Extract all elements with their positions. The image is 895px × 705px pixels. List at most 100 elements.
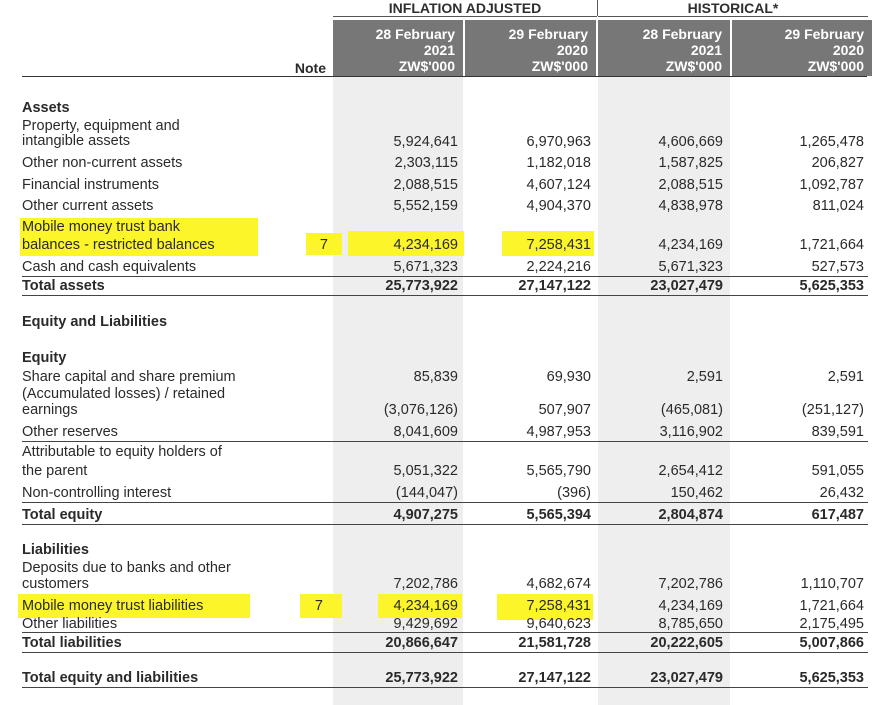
other-reserves-value: 8,041,609 [393, 424, 458, 440]
share-capital-value: 85,839 [413, 369, 458, 385]
deposits-value: 1,110,707 [800, 576, 864, 592]
accum-losses-value: 507,907 [538, 402, 591, 418]
financial-instruments-value: 2,088,515 [658, 177, 723, 193]
column-header-historical-2021: 28 February 2021 ZW$'000 [598, 20, 730, 76]
cash-underline [22, 276, 868, 277]
header-rule [22, 76, 867, 77]
other-current-value: 811,024 [812, 198, 864, 214]
mm-trust-assets-label-line1: Mobile money trust bank [22, 219, 180, 235]
cash-value: 527,573 [811, 259, 864, 275]
mm-trust-liab-value: 4,234,169 [393, 598, 458, 614]
attributable-label-line2: the parent [22, 463, 88, 479]
total-liab-value: 21,581,728 [518, 635, 591, 651]
total-assets-value: 25,773,922 [385, 278, 458, 294]
mm-trust-assets-value: 1,721,664 [799, 237, 864, 253]
financial-instruments-value: 2,088,515 [393, 177, 458, 193]
total-liab-rule [22, 652, 868, 653]
deposits-value: 4,682,674 [526, 576, 591, 592]
liabilities-section-title: Liabilities [22, 542, 89, 558]
other-current-value: 5,552,159 [393, 198, 458, 214]
total-assets-label: Total assets [22, 278, 105, 294]
nci-value: 150,462 [670, 485, 723, 501]
grand-total-value: 5,625,353 [799, 670, 864, 686]
ppe-label-line2: intangible assets [22, 133, 131, 149]
ppe-value: 5,924,641 [393, 134, 458, 150]
other-noncurrent-value: 1,587,825 [658, 155, 723, 171]
attributable-value: 591,055 [811, 463, 864, 479]
grand-total-value: 23,027,479 [650, 670, 723, 686]
other-current-value: 4,904,370 [526, 198, 591, 214]
total-liab-value: 5,007,866 [799, 635, 864, 651]
attributable-value: 5,051,322 [393, 463, 458, 479]
attributable-value: 5,565,790 [526, 463, 591, 479]
total-assets-value: 23,027,479 [650, 278, 723, 294]
share-capital-value: 69,930 [546, 369, 591, 385]
total-assets-rule [22, 295, 868, 296]
equity-section-title: Equity [22, 350, 67, 366]
total-equity-value: 617,487 [811, 507, 864, 523]
attributable-label-line1: Attributable to equity holders of [22, 444, 222, 460]
equity-liabilities-title: Equity and Liabilities [22, 314, 168, 330]
total-assets-value: 27,147,122 [518, 278, 591, 294]
mm-trust-assets-note: 7 [319, 237, 328, 253]
mm-trust-assets-value: 4,234,169 [393, 237, 458, 253]
grand-total-value: 25,773,922 [385, 670, 458, 686]
ppe-value: 6,970,963 [526, 134, 591, 150]
other-noncurrent-label: Other non-current assets [22, 155, 183, 171]
ppe-value: 1,265,478 [799, 134, 864, 150]
other-liab-rule [22, 632, 868, 633]
grand-total-rule [22, 687, 868, 688]
cash-value: 5,671,323 [658, 259, 723, 275]
deposits-value: 7,202,786 [393, 576, 458, 592]
mm-trust-assets-value: 7,258,431 [526, 237, 591, 253]
grand-total-value: 27,147,122 [518, 670, 591, 686]
deposits-value: 7,202,786 [658, 576, 723, 592]
other-noncurrent-value: 1,182,018 [526, 155, 591, 171]
share-capital-label: Share capital and share premium [22, 369, 236, 385]
ppe-label-line1: Property, equipment and [22, 118, 180, 134]
nci-label: Non-controlling interest [22, 485, 172, 501]
accum-losses-label-line1: (Accumulated losses) / retained [22, 386, 226, 402]
deposits-label-line1: Deposits due to banks and other [22, 560, 231, 576]
mm-trust-liab-note: 7 [314, 598, 323, 614]
other-reserves-label: Other reserves [22, 424, 118, 440]
accum-losses-value: (465,081) [660, 402, 723, 418]
financial-instruments-label: Financial instruments [22, 177, 159, 193]
share-capital-value: 2,591 [827, 369, 864, 385]
attributable-value: 2,654,412 [658, 463, 723, 479]
total-liab-label: Total liabilities [22, 635, 122, 651]
other-reserves-rule [22, 441, 868, 442]
historical-header: HISTORICAL* [598, 0, 868, 17]
other-current-label: Other current assets [22, 198, 154, 214]
other-liab-value: 2,175,495 [799, 616, 864, 632]
accum-losses-value: (3,076,126) [383, 402, 458, 418]
financial-instruments-value: 4,607,124 [526, 177, 591, 193]
ppe-value: 4,606,669 [658, 134, 723, 150]
other-liab-value: 9,640,623 [526, 616, 591, 632]
other-reserves-value: 839,591 [811, 424, 864, 440]
other-reserves-value: 4,987,953 [526, 424, 591, 440]
total-equity-value: 4,907,275 [393, 507, 458, 523]
total-liab-value: 20,866,647 [385, 635, 458, 651]
other-noncurrent-value: 2,303,115 [394, 155, 458, 171]
mm-trust-liab-label: Mobile money trust liabilities [22, 598, 204, 614]
other-liab-label: Other liabilities [22, 616, 118, 632]
accum-losses-label-line2: earnings [22, 402, 78, 418]
column-header-inflation-2020: 29 February 2020 ZW$'000 [465, 20, 596, 76]
note-column-header: Note [294, 60, 326, 76]
cash-value: 5,671,323 [393, 259, 458, 275]
mm-trust-liab-value: 1,721,664 [799, 598, 864, 614]
total-liab-value: 20,222,605 [650, 635, 723, 651]
nci-value: (396) [557, 485, 591, 501]
other-noncurrent-value: 206,827 [811, 155, 864, 171]
column-header-inflation-2021: 28 February 2021 ZW$'000 [333, 20, 463, 76]
other-liab-value: 9,429,692 [393, 616, 458, 632]
mm-trust-liab-value: 4,234,169 [658, 598, 723, 614]
cash-label: Cash and cash equivalents [22, 259, 197, 275]
nci-rule [22, 502, 868, 503]
assets-section-title: Assets [22, 100, 70, 116]
nci-value: 26,432 [819, 485, 864, 501]
mm-trust-assets-label-line2: balances - restricted balances [22, 237, 215, 253]
mm-trust-assets-value: 4,234,169 [658, 237, 723, 253]
share-capital-value: 2,591 [686, 369, 723, 385]
